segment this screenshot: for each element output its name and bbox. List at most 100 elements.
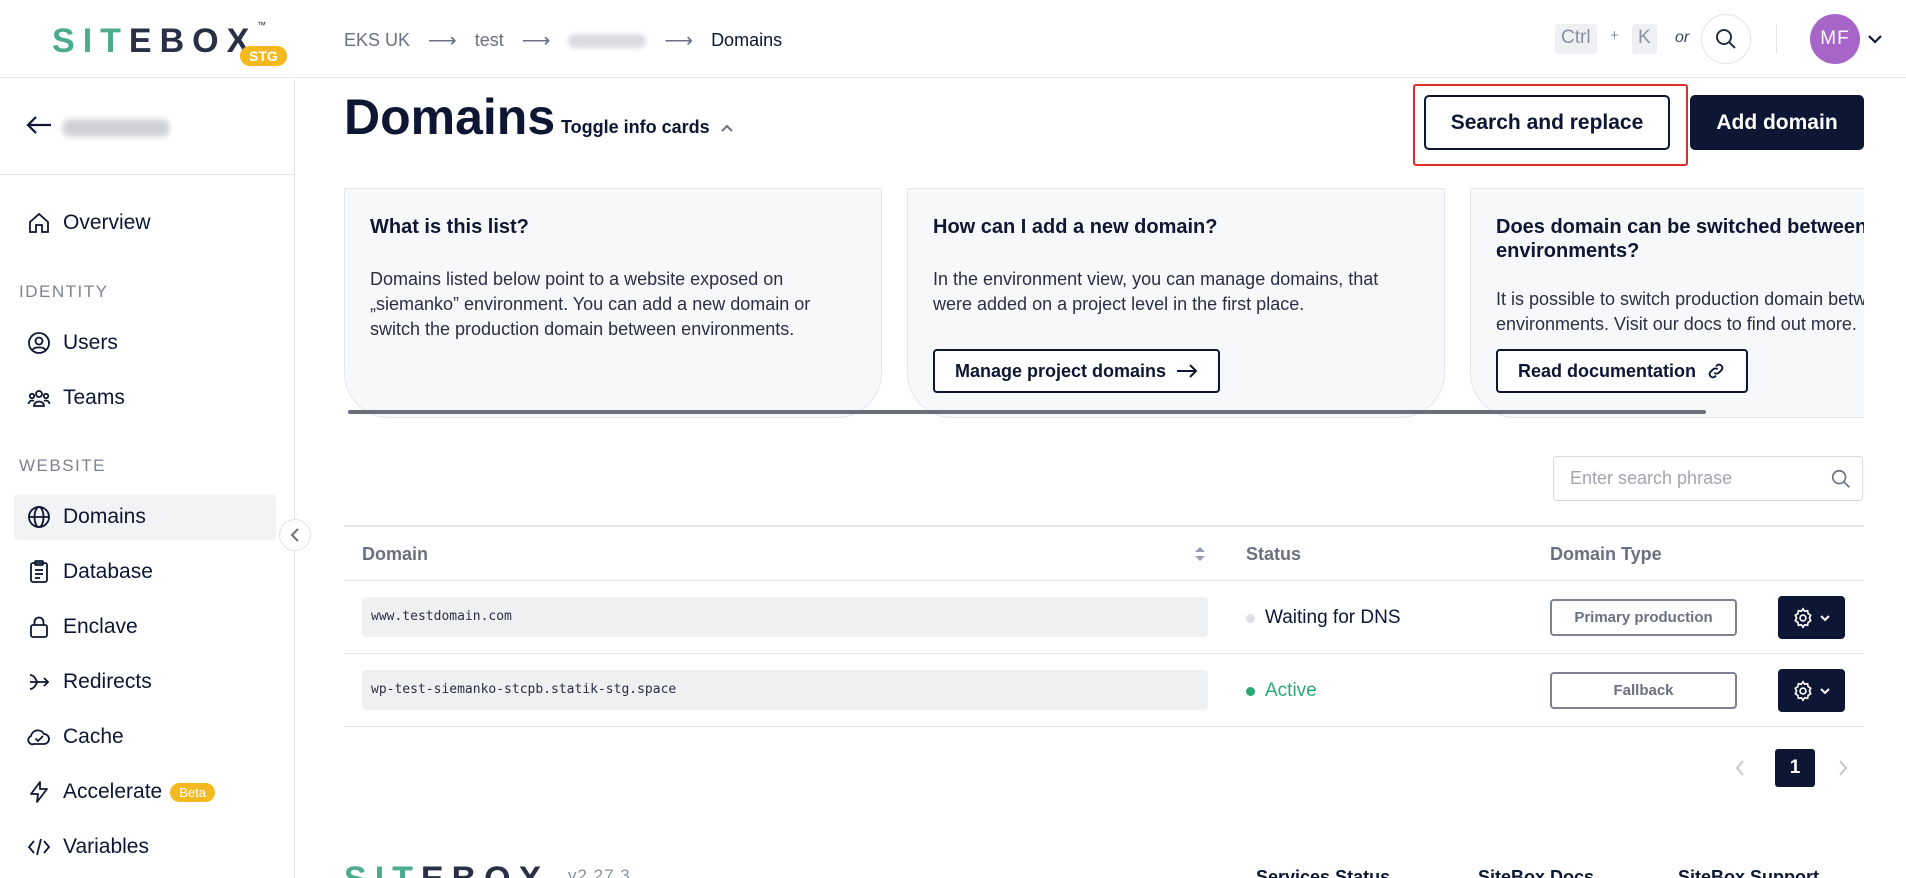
domains-table: Domain Status Domain Type www.testdomain… [344,525,1864,727]
environment-name-redacted [62,119,170,137]
status-cell: Active [1246,680,1317,702]
sidebar-item-label: Redirects [63,670,152,693]
breadcrumb-item-environment-redacted[interactable] [568,33,647,48]
info-card-body: In the environment view, you can manage … [933,269,1379,314]
sidebar-item-label: Variables [63,835,149,858]
info-card-body: Domains listed below point to a website … [370,269,811,339]
home-icon [26,210,52,236]
arrow-right-icon [1177,364,1198,378]
app-version: v2.27.3 [568,866,631,878]
section-label-identity: IDENTITY [19,282,109,301]
shortcut-plus: + [1610,27,1619,44]
code-icon [26,834,52,860]
row-settings-button[interactable] [1778,669,1845,712]
cloud-check-icon [26,724,52,750]
sidebar-item-label: Cache [63,725,124,748]
user-avatar[interactable]: MF [1810,14,1860,64]
logo-letter: O [192,22,227,60]
page-title: Domains [344,89,556,145]
sidebar-item-redirects[interactable]: Redirects [14,659,276,705]
sidebar-item-teams[interactable]: Teams [14,375,276,421]
sidebar-item-database[interactable]: Database [14,549,276,595]
status-dot [1246,686,1255,696]
sidebar-item-accelerate[interactable]: Accelerate Beta [14,769,276,815]
sidebar-item-cache[interactable]: Cache [14,714,276,760]
column-header-domain[interactable]: Domain [362,544,428,565]
sitebox-logo[interactable]: SITEBOX ™ [52,20,266,61]
toggle-info-label: Toggle info cards [561,117,710,137]
logo-letter: X [519,860,550,878]
lightning-icon [26,779,52,805]
search-and-replace-button[interactable]: Search and replace [1424,95,1670,150]
environment-badge: STG [240,46,287,66]
chevron-down-icon[interactable] [1866,30,1884,48]
logo-letter: T [100,22,129,60]
sidebar-item-label: Domains [63,505,146,528]
info-card-body: It is possible to switch production doma… [1496,289,1864,334]
search-icon [1716,29,1736,49]
footer-logo: SITEBOX [344,860,549,878]
link-icon [1708,363,1724,379]
logo-letter: I [375,860,392,878]
arrow-right-icon: ⟶ [428,30,457,52]
trademark-symbol: ™ [257,20,266,30]
sidebar-item-label: Database [63,560,153,583]
add-domain-button[interactable]: Add domain [1690,95,1864,150]
logo-letter: S [344,860,375,878]
logo-letter: I [82,22,101,60]
info-cards: What is this list? Domains listed below … [344,188,1864,418]
footer-link-support[interactable]: SiteBox Support [1678,867,1819,878]
arrow-left-icon[interactable] [26,115,52,135]
logo-letter: T [392,860,421,878]
chevron-down-icon [1820,687,1830,694]
sidebar: Overview IDENTITY Users Teams WEBSITE Do… [0,79,295,878]
table-row: www.testdomain.com Waiting for DNS Prima… [344,581,1864,654]
row-settings-button[interactable] [1778,596,1845,639]
status-cell: Waiting for DNS [1246,607,1401,629]
gear-icon [1794,606,1812,629]
sidebar-item-label: Overview [63,211,151,234]
status-text: Waiting for DNS [1265,607,1401,628]
sidebar-collapse-button[interactable] [279,519,311,551]
breadcrumb-item-project[interactable]: test [475,30,504,51]
info-card-title: How can I add a new domain? [933,216,1218,238]
sidebar-item-variables[interactable]: Variables [14,824,276,870]
read-documentation-button[interactable]: Read documentation [1496,349,1749,393]
manage-project-domains-button[interactable]: Manage project domains [933,349,1221,393]
info-card: Does domain can be switched between envi… [1470,188,1864,418]
top-bar: SITEBOX ™ STG EKS UK ⟶ test ⟶ ⟶ Domains … [0,0,1906,78]
lock-icon [26,614,52,640]
status-dot [1246,613,1255,623]
sort-icon[interactable] [1194,545,1206,563]
table-header: Domain Status Domain Type [344,525,1864,581]
global-search-button[interactable] [1701,14,1751,64]
chevron-up-icon [720,124,733,132]
toggle-info-cards[interactable]: Toggle info cards [561,117,734,138]
beta-badge: Beta [170,782,215,802]
breadcrumb-item-organization[interactable]: EKS UK [344,30,410,51]
sidebar-item-enclave[interactable]: Enclave [14,604,276,650]
logo-letter: B [159,22,193,60]
shortcut-key-k: K [1632,24,1657,54]
info-cards-scrollbar[interactable] [348,410,1706,414]
table-row: wp-test-siemanko-stcpb.statik-stg.space … [344,654,1864,727]
pagination-next-icon[interactable] [1837,759,1849,777]
logo-letter: E [128,22,160,60]
domain-type-badge: Fallback [1550,672,1737,709]
sidebar-item-domains[interactable]: Domains [14,494,276,540]
logo-letter: E [421,860,452,878]
column-header-domain-type: Domain Type [1550,544,1662,564]
pagination-page[interactable]: 1 [1775,749,1815,787]
logo-letter: B [452,860,485,878]
pagination-prev-icon[interactable] [1734,759,1746,777]
sidebar-item-users[interactable]: Users [14,320,276,366]
back-to-environment[interactable] [0,79,294,175]
domain-name: wp-test-siemanko-stcpb.statik-stg.space [362,670,1208,710]
gear-icon [1794,679,1812,702]
footer-link-docs[interactable]: SiteBox Docs [1478,867,1594,878]
sidebar-item-overview[interactable]: Overview [14,200,276,246]
footer-link-services-status[interactable]: Services Status [1256,867,1390,878]
sidebar-item-label: Users [63,331,118,354]
search-input[interactable] [1570,468,1820,489]
search-icon[interactable] [1830,468,1852,490]
